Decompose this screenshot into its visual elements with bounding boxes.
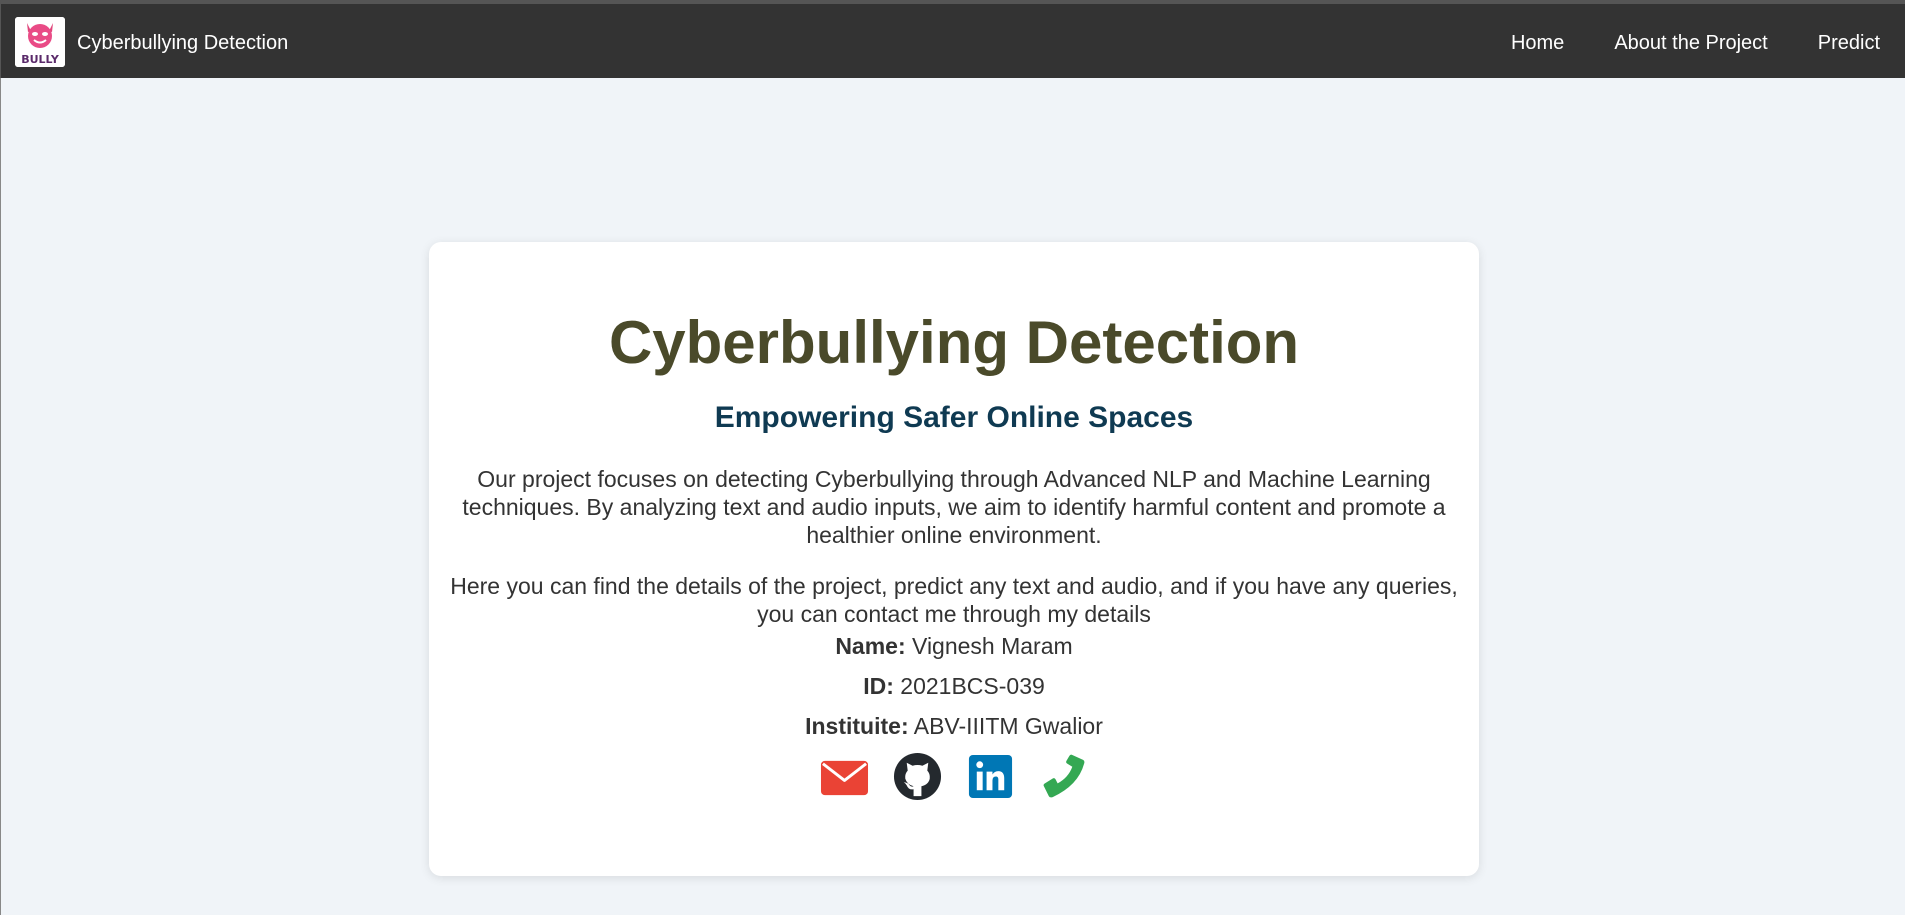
navbar: BULLY Cyberbullying Detection Home About… <box>0 4 1905 78</box>
nav-home[interactable]: Home <box>1511 32 1564 55</box>
institute-row: Instituite: ABV-IIITM Gwalior <box>429 713 1479 740</box>
bully-logo[interactable]: BULLY <box>15 17 65 67</box>
id-row: ID: 2021BCS-039 <box>429 673 1479 700</box>
intro-card: Cyberbullying Detection Empowering Safer… <box>429 242 1479 876</box>
nav-predict[interactable]: Predict <box>1818 32 1880 55</box>
nav-links: Home About the Project Predict <box>1511 32 1880 55</box>
nav-about-project[interactable]: About the Project <box>1614 32 1767 55</box>
svg-text:BULLY: BULLY <box>21 53 60 66</box>
name-row: Name: Vignesh Maram <box>429 633 1479 660</box>
institute-value: ABV-IIITM Gwalior <box>913 713 1103 739</box>
brand-title[interactable]: Cyberbullying Detection <box>77 32 288 55</box>
id-value: 2021BCS-039 <box>900 673 1045 699</box>
name-value: Vignesh Maram <box>912 633 1073 659</box>
devil-face-icon: BULLY <box>15 17 65 67</box>
page-subtitle: Empowering Safer Online Spaces <box>714 401 1194 434</box>
name-label: Name: <box>835 633 906 659</box>
id-label: ID: <box>863 673 894 699</box>
github-icon <box>893 752 942 801</box>
phone-icon <box>1043 754 1085 798</box>
phone-link[interactable] <box>1039 752 1088 801</box>
institute-label: Instituite: <box>805 713 909 739</box>
page-title: Cyberbullying Detection <box>608 309 1300 376</box>
main-area: Cyberbullying Detection Empowering Safer… <box>0 78 1905 915</box>
github-link[interactable] <box>893 752 942 801</box>
contact-icons <box>429 752 1479 801</box>
project-description: Our project focuses on detecting Cyberbu… <box>462 466 1446 548</box>
linkedin-icon <box>968 754 1013 799</box>
linkedin-link[interactable] <box>966 752 1015 801</box>
email-link[interactable] <box>820 752 869 801</box>
envelope-icon <box>820 760 869 796</box>
contact-description: Here you can find the details of the pro… <box>450 573 1458 627</box>
